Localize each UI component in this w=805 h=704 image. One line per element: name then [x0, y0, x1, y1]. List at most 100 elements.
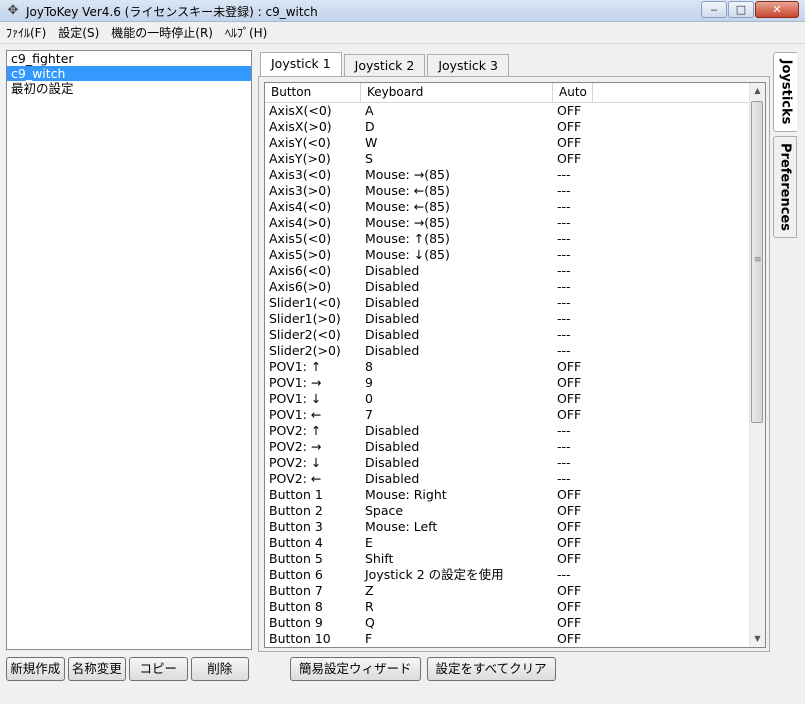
- column-header-auto[interactable]: Auto: [553, 83, 593, 102]
- button-cell: Button 9: [269, 615, 323, 630]
- table-row[interactable]: Axis5(>0) Mouse: ↓(85) ---: [265, 247, 750, 263]
- auto-cell: ---: [557, 279, 571, 294]
- table-row[interactable]: POV2: ↓ Disabled ---: [265, 455, 750, 471]
- table-row[interactable]: Slider1(>0) Disabled ---: [265, 311, 750, 327]
- window-title: JoyToKey Ver4.6 (ライセンスキー未登録) : c9_witch: [26, 5, 318, 19]
- button-cell: AxisX(>0): [269, 119, 332, 134]
- auto-cell: ---: [557, 263, 571, 278]
- scroll-thumb[interactable]: ≡: [751, 101, 763, 423]
- table-row[interactable]: POV2: ↑ Disabled ---: [265, 423, 750, 439]
- button-cell: POV2: ↓: [269, 455, 322, 470]
- tab-joysticks-label: Joysticks: [778, 59, 793, 125]
- copy-config-button[interactable]: コピー: [129, 657, 188, 681]
- tab-joystick-3[interactable]: Joystick 3: [427, 54, 509, 76]
- table-row[interactable]: Button 7 Z OFF: [265, 583, 750, 599]
- config-item-c9-witch[interactable]: c9_witch: [7, 66, 251, 81]
- column-header-keyboard[interactable]: Keyboard: [361, 83, 553, 102]
- table-row[interactable]: Axis3(>0) Mouse: ←(85) ---: [265, 183, 750, 199]
- config-item-c9-fighter[interactable]: c9_fighter: [7, 51, 251, 66]
- button-cell: Button 3: [269, 519, 323, 534]
- button-cell: Button 7: [269, 583, 323, 598]
- tab-preferences-label: Preferences: [777, 143, 793, 231]
- joystick-tabs: Joystick 1 Joystick 2 Joystick 3: [260, 52, 511, 76]
- keyboard-cell: Z: [365, 583, 374, 598]
- table-row[interactable]: Axis4(<0) Mouse: ←(85) ---: [265, 199, 750, 215]
- joystick-app-icon[interactable]: ✥: [5, 3, 21, 19]
- keyboard-cell: Mouse: ↓(85): [365, 247, 450, 262]
- table-row[interactable]: Button 10 F OFF: [265, 631, 750, 647]
- table-row[interactable]: Slider1(<0) Disabled ---: [265, 295, 750, 311]
- keyboard-cell: Mouse: ←(85): [365, 183, 450, 198]
- table-row[interactable]: Button 3 Mouse: Left OFF: [265, 519, 750, 535]
- button-cell: Button 5: [269, 551, 323, 566]
- scroll-up-icon[interactable]: ▲: [750, 83, 765, 99]
- vertical-scrollbar[interactable]: ▲ ≡ ▼: [749, 83, 765, 647]
- table-row[interactable]: Button 8 R OFF: [265, 599, 750, 615]
- table-row[interactable]: Button 6 Joystick 2 の設定を使用 ---: [265, 567, 750, 583]
- wizard-button[interactable]: 簡易設定ウィザード: [290, 657, 421, 681]
- config-list[interactable]: c9_fighter c9_witch 最初の設定: [6, 50, 252, 650]
- auto-cell: OFF: [557, 535, 582, 550]
- table-row[interactable]: AxisX(>0) D OFF: [265, 119, 750, 135]
- config-item-default[interactable]: 最初の設定: [7, 81, 251, 96]
- menu-file[interactable]: ﾌｧｲﾙ(F): [0, 22, 52, 43]
- table-row[interactable]: Axis6(<0) Disabled ---: [265, 263, 750, 279]
- close-button[interactable]: ✕: [755, 1, 799, 18]
- table-row[interactable]: POV2: → Disabled ---: [265, 439, 750, 455]
- column-header-button[interactable]: Button: [265, 83, 361, 102]
- table-row[interactable]: POV1: → 9 OFF: [265, 375, 750, 391]
- table-row[interactable]: Axis4(>0) Mouse: →(85) ---: [265, 215, 750, 231]
- menu-help[interactable]: ﾍﾙﾌﾟ(H): [219, 22, 273, 43]
- maximize-icon: □: [735, 3, 747, 16]
- auto-cell: OFF: [557, 519, 582, 534]
- minimize-button[interactable]: ‒: [701, 1, 727, 18]
- keyboard-cell: Space: [365, 503, 404, 518]
- rename-config-button[interactable]: 名称変更: [67, 657, 126, 681]
- table-row[interactable]: AxisX(<0) A OFF: [265, 103, 750, 119]
- table-row[interactable]: Axis3(<0) Mouse: →(85) ---: [265, 167, 750, 183]
- menu-settings[interactable]: 設定(S): [52, 22, 105, 43]
- auto-cell: OFF: [557, 135, 582, 150]
- table-row[interactable]: AxisY(<0) W OFF: [265, 135, 750, 151]
- keyboard-cell: Disabled: [365, 263, 420, 278]
- keyboard-cell: Q: [365, 615, 375, 630]
- auto-cell: OFF: [557, 103, 582, 118]
- table-row[interactable]: Axis5(<0) Mouse: ↑(85) ---: [265, 231, 750, 247]
- table-row[interactable]: POV2: ← Disabled ---: [265, 471, 750, 487]
- auto-cell: OFF: [557, 391, 582, 406]
- delete-config-button[interactable]: 削除: [190, 657, 249, 681]
- tab-preferences[interactable]: Preferences: [773, 136, 797, 238]
- scroll-down-icon[interactable]: ▼: [750, 631, 765, 647]
- table-row[interactable]: AxisY(>0) S OFF: [265, 151, 750, 167]
- table-row[interactable]: POV1: ← 7 OFF: [265, 407, 750, 423]
- button-cell: Slider1(<0): [269, 295, 341, 310]
- menu-pause[interactable]: 機能の一時停止(R): [105, 22, 219, 43]
- maximize-button[interactable]: □: [728, 1, 754, 18]
- table-row[interactable]: Button 9 Q OFF: [265, 615, 750, 631]
- button-cell: Axis6(>0): [269, 279, 332, 294]
- table-row[interactable]: POV1: ↑ 8 OFF: [265, 359, 750, 375]
- button-cell: POV1: ←: [269, 407, 322, 422]
- table-row[interactable]: Button 1 Mouse: Right OFF: [265, 487, 750, 503]
- table-row[interactable]: Button 2 Space OFF: [265, 503, 750, 519]
- tab-joysticks[interactable]: Joysticks: [773, 52, 797, 132]
- table-row[interactable]: Slider2(>0) Disabled ---: [265, 343, 750, 359]
- list-rows: AxisX(<0) A OFF AxisX(>0) D OFF AxisY(<0) W OFF A…: [265, 103, 750, 647]
- button-cell: Axis6(<0): [269, 263, 332, 278]
- table-row[interactable]: Slider2(<0) Disabled ---: [265, 327, 750, 343]
- title-bar: ✥ JoyToKey Ver4.6 (ライセンスキー未登録) : c9_witc…: [0, 0, 805, 22]
- button-cell: Axis4(<0): [269, 199, 332, 214]
- tab-joystick-2[interactable]: Joystick 2: [343, 54, 426, 76]
- button-cell: Button 8: [269, 599, 323, 614]
- table-row[interactable]: Button 4 E OFF: [265, 535, 750, 551]
- table-row[interactable]: Button 5 Shift OFF: [265, 551, 750, 567]
- table-row[interactable]: Axis6(>0) Disabled ---: [265, 279, 750, 295]
- button-cell: AxisY(>0): [269, 151, 331, 166]
- button-cell: Axis3(>0): [269, 183, 332, 198]
- button-mapping-list[interactable]: Button Keyboard Auto AxisX(<0) A OFF AxisX(…: [264, 82, 766, 648]
- table-row[interactable]: POV1: ↓ 0 OFF: [265, 391, 750, 407]
- new-config-button[interactable]: 新規作成: [6, 657, 65, 681]
- tab-joystick-1[interactable]: Joystick 1: [260, 52, 342, 76]
- auto-cell: OFF: [557, 583, 582, 598]
- clear-all-button[interactable]: 設定をすべてクリア: [426, 657, 556, 681]
